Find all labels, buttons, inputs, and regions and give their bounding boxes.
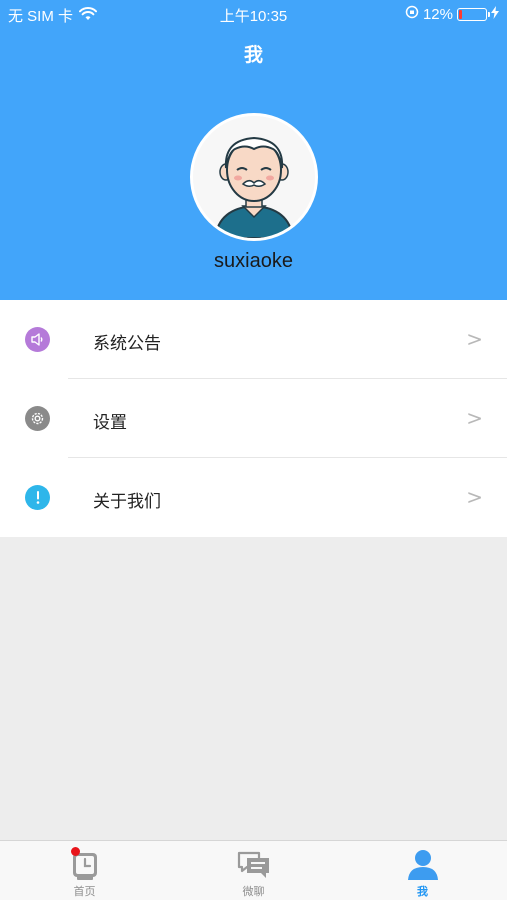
menu-item-settings[interactable]: 设置 > [0, 379, 507, 458]
profile-header: 无 SIM 卡 上午10:35 12% 我 suxiaoke [0, 0, 507, 300]
tab-me[interactable]: 我 [338, 841, 507, 900]
settings-menu: 系统公告 > 设置 > 关于我们 > [0, 300, 507, 537]
notification-badge [70, 847, 80, 856]
person-icon [403, 847, 443, 881]
tab-chat[interactable]: 微聊 [169, 841, 338, 900]
page-title: 我 [243, 45, 263, 66]
chat-icon [234, 847, 274, 881]
menu-item-about-us[interactable]: 关于我们 > [0, 458, 507, 537]
chevron-right-icon: > [466, 406, 483, 430]
charging-icon [491, 5, 499, 23]
menu-label: 关于我们 [93, 492, 161, 511]
menu-label: 设置 [93, 413, 127, 432]
gear-icon [25, 406, 50, 431]
orientation-lock-icon [405, 5, 419, 23]
battery-icon [457, 7, 490, 21]
info-icon [25, 485, 50, 510]
tab-label: 首页 [73, 886, 96, 898]
avatar[interactable] [190, 113, 318, 241]
menu-label: 系统公告 [93, 334, 161, 353]
tab-home[interactable]: 首页 [0, 841, 169, 900]
status-bar: 无 SIM 卡 上午10:35 12% [0, 0, 507, 28]
speaker-icon [25, 327, 50, 352]
bottom-tab-bar: 首页 微聊 我 [0, 840, 507, 900]
tab-label: 微聊 [242, 886, 265, 898]
elderly-man-avatar-icon [193, 116, 315, 238]
chevron-right-icon: > [466, 327, 483, 351]
status-right: 12% [405, 5, 499, 23]
home-clock-icon [65, 847, 105, 881]
menu-item-announcements[interactable]: 系统公告 > [0, 300, 507, 379]
tab-label: 我 [417, 886, 428, 898]
chevron-right-icon: > [466, 485, 483, 509]
username: suxiaoke [214, 250, 293, 272]
battery-percent: 12% [422, 5, 453, 23]
